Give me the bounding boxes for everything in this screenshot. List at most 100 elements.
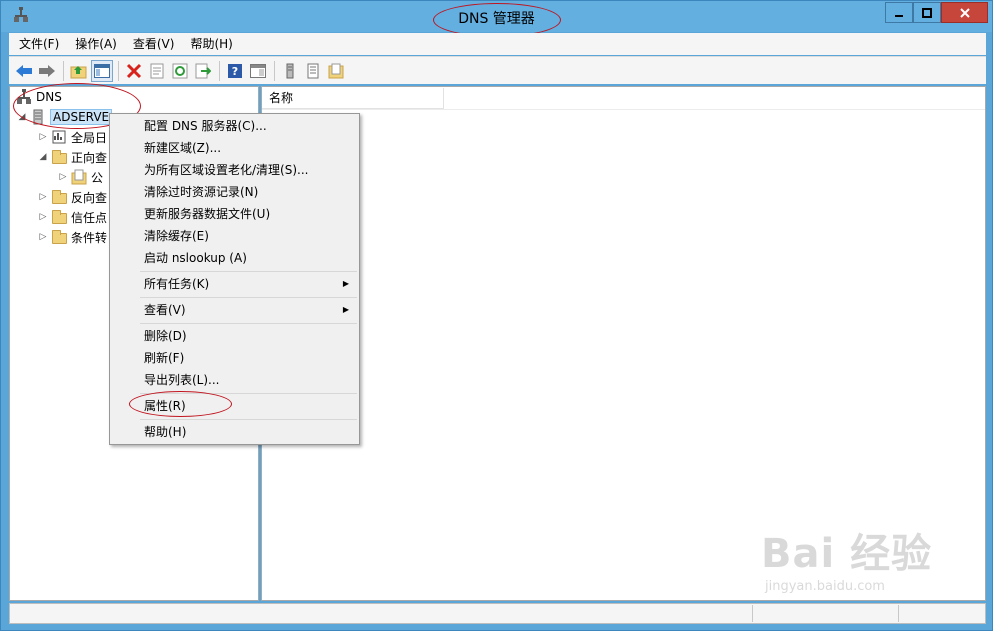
menu-item-launch-nslookup[interactable]: 启动 nslookup (A) [112,247,357,269]
server-button[interactable] [279,60,301,82]
menu-separator [140,271,357,272]
up-folder-icon [70,65,87,78]
expand-arrow-icon[interactable]: ▷ [37,232,49,242]
menu-item-all-tasks[interactable]: 所有任务(K) ▶ [112,273,357,295]
show-hide-tree-icon [94,63,110,78]
title-bar[interactable]: DNS 管理器 [1,1,992,37]
status-separator [752,605,753,622]
delete-button[interactable] [123,60,145,82]
tree-item-trust-points[interactable]: ▷ 信任点 [37,207,107,227]
tree-item-forward-lookup[interactable]: ◢ 正向查 [37,147,107,167]
maximize-icon [922,7,932,18]
toolbar: ? [9,56,986,84]
close-button[interactable] [941,2,988,23]
svg-text:?: ? [232,65,238,78]
status-separator [898,605,899,622]
folder-icon [51,189,67,205]
properties-icon [150,63,164,78]
submenu-arrow-icon: ▶ [342,305,349,314]
watermark-url: jingyan.baidu.com [765,579,885,594]
menu-item-delete[interactable]: 删除(D) [112,325,357,347]
tree-label-trust-points: 信任点 [71,210,108,225]
menu-view[interactable]: 查看(V) [123,33,181,55]
list-button[interactable] [302,60,324,82]
minimize-button[interactable] [885,2,913,23]
back-button[interactable] [13,60,35,82]
menu-bar: 文件(F) 操作(A) 查看(V) 帮助(H) [9,33,986,55]
tree-label-reverse-lookup: 反向查 [71,190,108,205]
expand-arrow-icon[interactable]: ▷ [37,192,49,202]
tree-label-zone: 公 [91,170,104,185]
tree-label-conditional-forwarders: 条件转 [71,230,108,245]
title-annotation-ellipse [433,3,561,37]
zone-icon [328,63,344,78]
console-icon [250,63,266,78]
list-icon [307,63,319,78]
properties-annotation-ellipse [129,391,232,417]
column-header-name[interactable]: 名称 [262,88,444,109]
tree-label-global-logs: 全局日 [71,130,108,145]
zone-icon [71,169,87,185]
toolbar-separator [219,60,220,81]
minimize-icon [895,14,903,17]
up-one-level-button[interactable] [68,60,90,82]
back-icon [16,64,32,77]
tree-item-zone[interactable]: ▷ 公 [57,167,103,187]
tree-item-conditional-forwarders[interactable]: ▷ 条件转 [37,227,107,247]
help-button[interactable]: ? [224,60,246,82]
menu-item-help[interactable]: 帮助(H) [112,421,357,443]
menu-file[interactable]: 文件(F) [9,33,65,55]
help-icon: ? [228,63,242,78]
menu-item-all-tasks-label: 所有任务(K) [144,277,210,291]
toolbar-separator [118,60,119,81]
export-icon [195,63,211,78]
menu-item-new-zone[interactable]: 新建区域(Z)... [112,137,357,159]
menu-item-refresh[interactable]: 刷新(F) [112,347,357,369]
export-list-button[interactable] [192,60,214,82]
zone-button[interactable] [325,60,347,82]
show-hide-tree-button[interactable] [91,59,113,82]
folder-icon [51,229,67,245]
submenu-arrow-icon: ▶ [342,279,349,288]
properties-button[interactable] [146,60,168,82]
dns-manager-window: DNS 管理器 文件(F) 操作(A) 查看(V) 帮助(H) ? DNS ◢ … [0,0,993,631]
forward-icon [39,64,55,77]
menu-item-update-data-files[interactable]: 更新服务器数据文件(U) [112,203,357,225]
tree-label-forward-lookup: 正向查 [71,150,108,165]
menu-item-view-label: 查看(V) [144,303,186,317]
maximize-button[interactable] [913,2,941,23]
status-bar [9,603,986,624]
menu-item-set-aging-scavenging[interactable]: 为所有区域设置老化/清理(S)... [112,159,357,181]
delete-icon [126,63,142,78]
server-icon [286,63,294,78]
baidu-watermark: Bai 经验 jingyan.baidu.com [761,521,946,601]
menu-item-configure-server[interactable]: 配置 DNS 服务器(C)... [112,115,357,137]
tree-item-reverse-lookup[interactable]: ▷ 反向查 [37,187,107,207]
refresh-button[interactable] [169,60,191,82]
menu-separator [140,297,357,298]
menu-item-export-list[interactable]: 导出列表(L)... [112,369,357,391]
refresh-icon [172,63,188,78]
folder-icon [51,209,67,225]
collapse-arrow-icon[interactable]: ◢ [37,152,49,162]
menu-item-view[interactable]: 查看(V) ▶ [112,299,357,321]
menu-help[interactable]: 帮助(H) [180,33,238,55]
watermark-brand: Bai 经验 [761,531,933,577]
toolbar-separator [274,60,275,81]
menu-action[interactable]: 操作(A) [65,33,123,55]
header-divider [262,109,985,110]
menu-item-scavenge-stale-records[interactable]: 清除过时资源记录(N) [112,181,357,203]
forward-button[interactable] [36,60,58,82]
folder-icon [51,149,67,165]
log-icon [51,129,67,145]
console-button[interactable] [247,60,269,82]
expand-arrow-icon[interactable]: ▷ [37,212,49,222]
close-icon [959,7,970,18]
menu-separator [140,419,357,420]
menu-separator [140,323,357,324]
menu-item-clear-cache[interactable]: 清除缓存(E) [112,225,357,247]
expand-arrow-icon[interactable]: ▷ [57,172,69,182]
toolbar-separator [63,60,64,81]
tree-item-global-logs[interactable]: ▷ 全局日 [37,127,107,147]
expand-arrow-icon[interactable]: ▷ [37,132,49,142]
